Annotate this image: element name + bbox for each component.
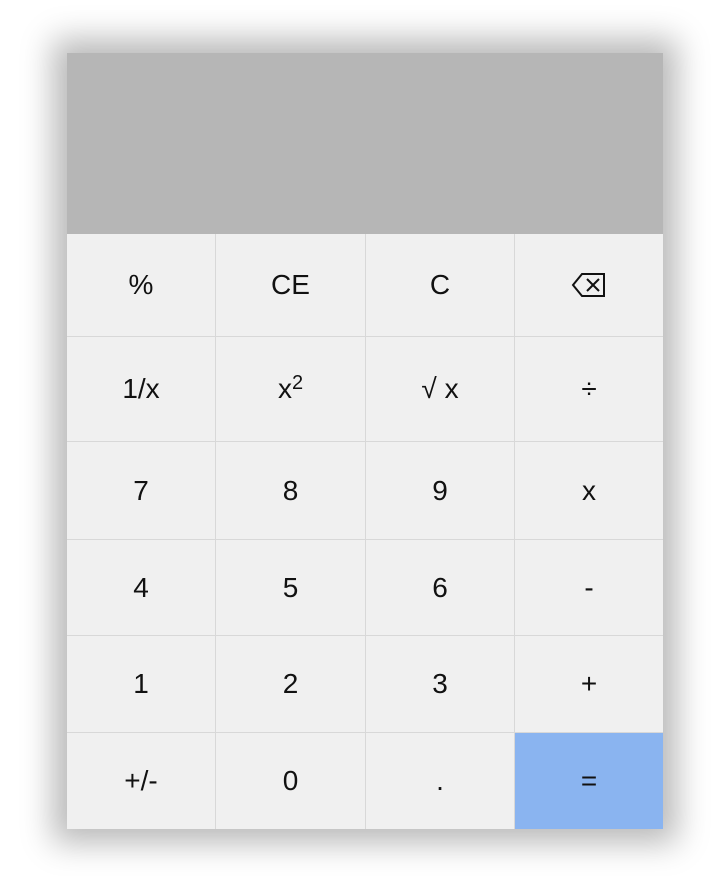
- digit-7-button[interactable]: 7: [67, 442, 216, 540]
- digit-1-button[interactable]: 1: [67, 636, 216, 733]
- digit-3-button[interactable]: 3: [366, 636, 515, 733]
- multiply-button[interactable]: x: [515, 442, 663, 540]
- page: % CE C 1/x x2 √ x ÷ 7 8 9 x 4 5 6 - 1 2 …: [0, 0, 716, 876]
- square-button[interactable]: x2: [216, 337, 366, 442]
- equals-button[interactable]: =: [515, 733, 663, 829]
- percent-button[interactable]: %: [67, 234, 216, 337]
- decimal-button[interactable]: .: [366, 733, 515, 829]
- digit-6-button[interactable]: 6: [366, 540, 515, 636]
- calculator: % CE C 1/x x2 √ x ÷ 7 8 9 x 4 5 6 - 1 2 …: [67, 53, 663, 829]
- display: [67, 53, 663, 234]
- clear-entry-button[interactable]: CE: [216, 234, 366, 337]
- backspace-icon: [571, 272, 607, 298]
- reciprocal-button[interactable]: 1/x: [67, 337, 216, 442]
- digit-2-button[interactable]: 2: [216, 636, 366, 733]
- square-root-button[interactable]: √ x: [366, 337, 515, 442]
- clear-button[interactable]: C: [366, 234, 515, 337]
- digit-0-button[interactable]: 0: [216, 733, 366, 829]
- negate-button[interactable]: +/-: [67, 733, 216, 829]
- backspace-button[interactable]: [515, 234, 663, 337]
- keypad: % CE C 1/x x2 √ x ÷ 7 8 9 x 4 5 6 - 1 2 …: [67, 234, 663, 829]
- digit-4-button[interactable]: 4: [67, 540, 216, 636]
- digit-9-button[interactable]: 9: [366, 442, 515, 540]
- divide-button[interactable]: ÷: [515, 337, 663, 442]
- digit-8-button[interactable]: 8: [216, 442, 366, 540]
- subtract-button[interactable]: -: [515, 540, 663, 636]
- add-button[interactable]: +: [515, 636, 663, 733]
- square-base-label: x: [277, 373, 292, 404]
- digit-5-button[interactable]: 5: [216, 540, 366, 636]
